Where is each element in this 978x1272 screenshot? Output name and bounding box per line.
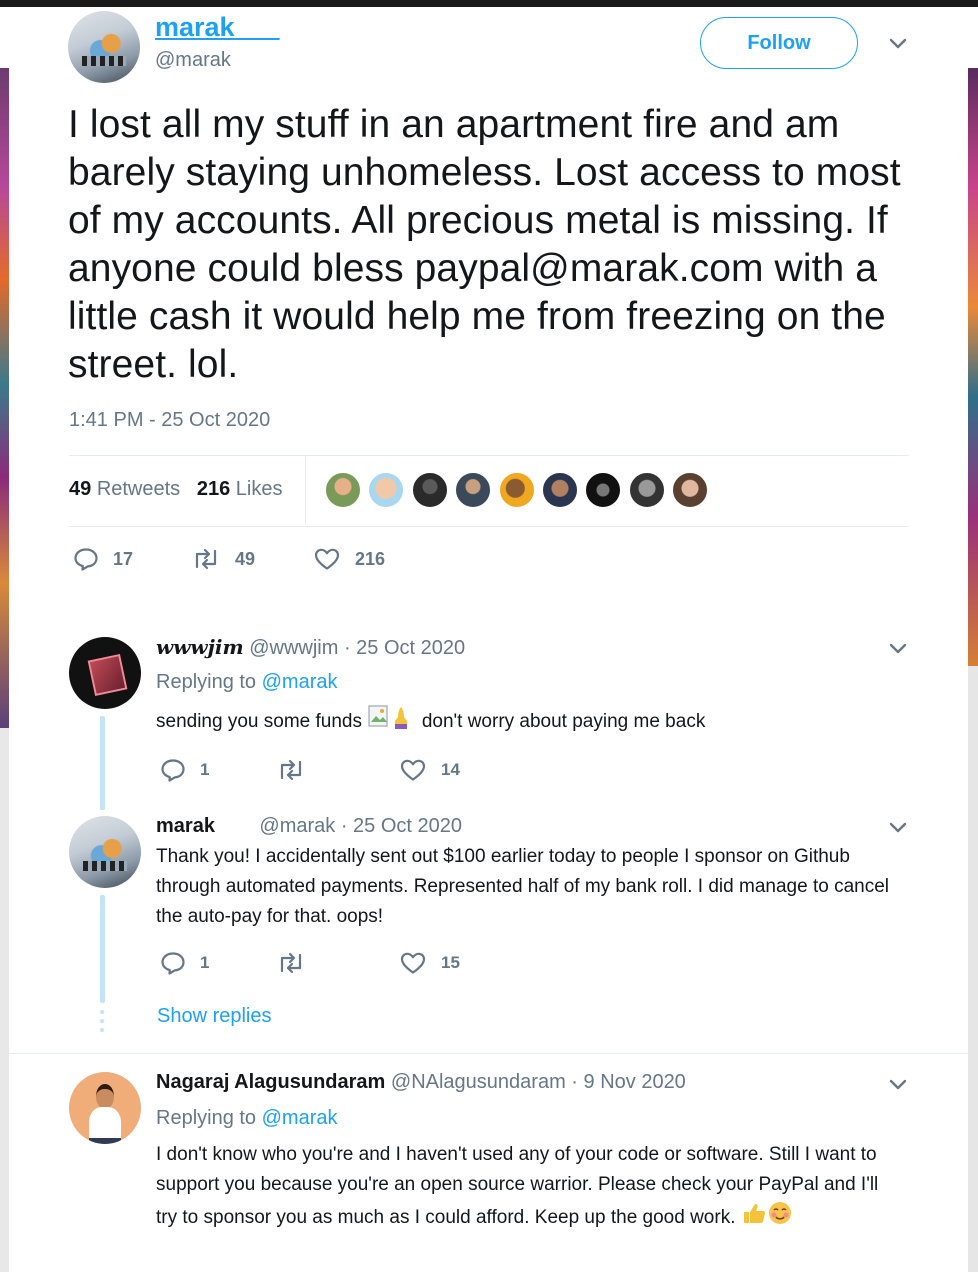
replying-to: Replying to @marak (156, 1107, 338, 1129)
reply-author-name[interactable]: wwwjim (156, 635, 244, 659)
liker-avatar[interactable] (672, 472, 709, 508)
background-right-strip (968, 68, 978, 666)
like-action[interactable]: 14 (399, 758, 460, 782)
reply-date[interactable]: · 25 Oct 2020 (341, 815, 462, 837)
chevron-down-icon[interactable] (889, 641, 907, 657)
background-left-grey (0, 728, 9, 1272)
chevron-down-icon[interactable] (889, 820, 907, 836)
liker-avatar[interactable] (411, 472, 448, 508)
show-replies-link[interactable]: Show replies (157, 1005, 272, 1028)
praying-hands-emoji (391, 704, 411, 740)
tweet-text: I lost all my stuff in an apartment fire… (68, 103, 901, 386)
reply-header: wwwjim @wwwjim · 25 Oct 2020 (156, 635, 465, 660)
divider (69, 526, 909, 527)
broken-image-icon (367, 704, 391, 740)
tweet-stats: 49 Retweets 216 Likes (69, 478, 283, 501)
reply-author-handle[interactable]: @wwwjim (249, 637, 338, 659)
thread-connector (100, 895, 105, 1003)
chevron-down-icon[interactable] (889, 1077, 907, 1093)
follow-button[interactable]: Follow (700, 17, 858, 69)
reply-date[interactable]: · 25 Oct 2020 (344, 637, 465, 659)
chevron-down-icon[interactable] (889, 36, 907, 52)
reply-header: marak @marak · 25 Oct 2020 (156, 815, 462, 838)
retweet-icon (280, 952, 302, 974)
reply-date[interactable]: · 9 Nov 2020 (571, 1071, 686, 1093)
avatar[interactable] (69, 1072, 141, 1144)
reply-author-name[interactable]: marak (156, 815, 215, 837)
liker-avatar[interactable] (498, 472, 535, 508)
replying-to: Replying to @marak (156, 671, 338, 693)
reply-text: sending you some funds don't worry about… (156, 704, 705, 740)
divider (9, 1053, 968, 1054)
retweet-action[interactable] (276, 951, 320, 975)
author-handle[interactable]: @marak (155, 49, 231, 72)
author-name[interactable]: marak (155, 12, 280, 43)
thumbs-up-emoji (741, 1201, 767, 1235)
avatar[interactable] (69, 816, 141, 888)
liker-avatar[interactable] (628, 472, 665, 508)
thread-dots (100, 1010, 105, 1037)
like-action[interactable]: 216 (313, 547, 385, 571)
heart-icon (400, 759, 426, 781)
smiling-face-emoji (767, 1200, 793, 1236)
liker-avatar[interactable] (368, 472, 405, 508)
thread-connector (100, 716, 105, 810)
avatar[interactable] (69, 637, 141, 709)
reply-action[interactable]: 1 (160, 951, 209, 975)
liker-avatar[interactable] (455, 472, 492, 508)
likers-avatar-row (325, 472, 716, 508)
replying-to-link[interactable]: @marak (262, 671, 338, 693)
reply-text: Thank you! I accidentally sent out $100 … (156, 846, 889, 927)
browser-top-edge (0, 0, 978, 7)
retweet-action[interactable] (276, 758, 320, 782)
reply-author-name[interactable]: Nagaraj Alagusundaram (156, 1071, 385, 1093)
reply-action[interactable]: 1 (160, 758, 209, 782)
stats-separator (305, 457, 306, 525)
reply-header: Nagaraj Alagusundaram @NAlagusundaram · … (156, 1071, 686, 1094)
retweet-icon (195, 548, 217, 570)
like-action[interactable]: 15 (399, 951, 460, 975)
liker-avatar[interactable] (585, 472, 622, 508)
retweet-stat[interactable]: 49 Retweets (69, 478, 180, 500)
reply-icon (161, 952, 185, 975)
reply-icon (161, 759, 185, 782)
reply-author-handle[interactable]: @marak (259, 815, 335, 837)
reply-text: I don't know who you're and I haven't us… (156, 1140, 901, 1236)
background-left-strip (0, 68, 9, 728)
replying-to-link[interactable]: @marak (262, 1107, 338, 1129)
reply-author-handle[interactable]: @NAlagusundaram (391, 1071, 566, 1093)
reply-action[interactable]: 17 (73, 547, 133, 571)
retweet-icon (280, 759, 302, 781)
retweet-action[interactable]: 49 (191, 547, 255, 571)
heart-icon (400, 952, 426, 974)
like-stat[interactable]: 216 Likes (197, 478, 283, 500)
divider (69, 455, 909, 456)
liker-avatar[interactable] (325, 472, 361, 508)
liker-avatar[interactable] (541, 472, 578, 508)
background-right-grey (968, 666, 978, 1272)
heart-icon (314, 548, 340, 570)
tweet-timestamp[interactable]: 1:41 PM - 25 Oct 2020 (69, 409, 270, 432)
avatar[interactable] (68, 11, 140, 83)
reply-icon (74, 548, 98, 571)
